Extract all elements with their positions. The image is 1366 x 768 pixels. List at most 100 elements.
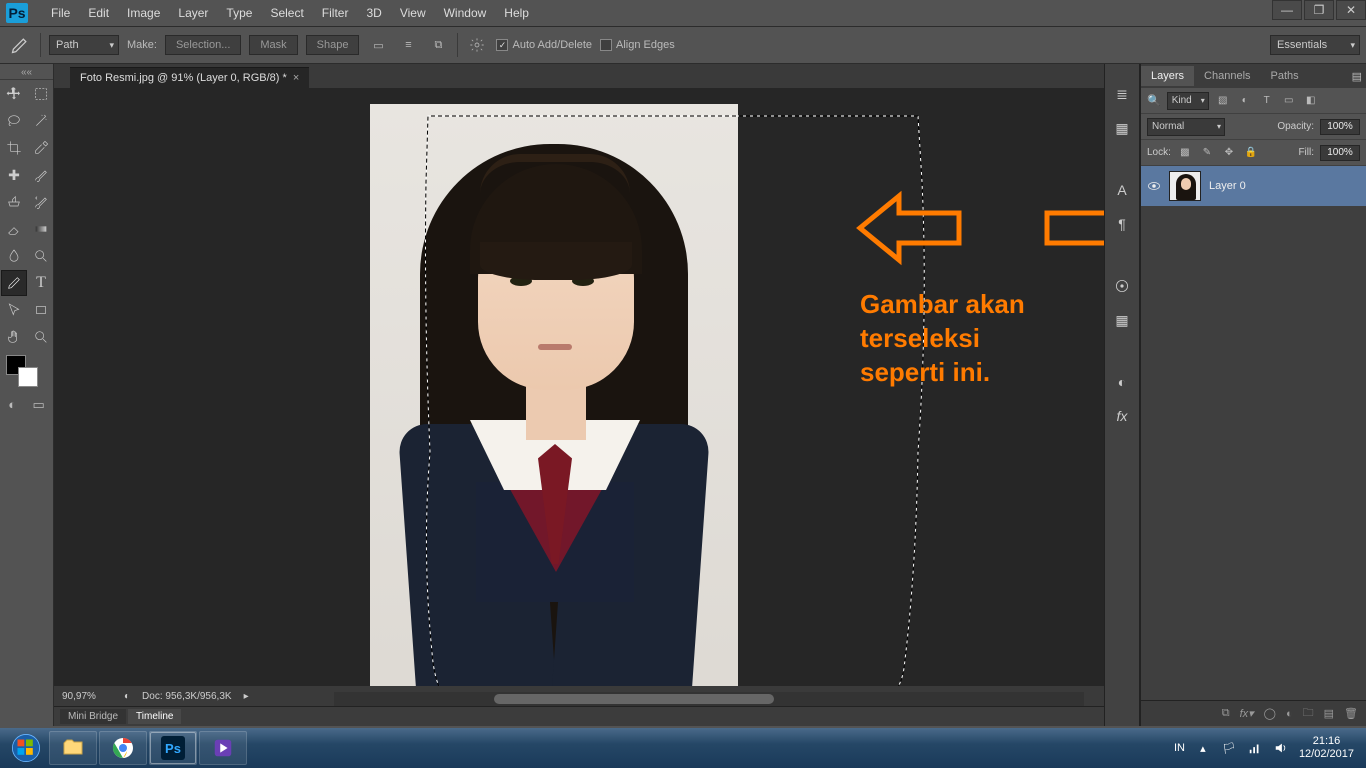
- make-selection-button[interactable]: Selection...: [165, 35, 241, 55]
- link-layers-icon[interactable]: ⧉: [1222, 707, 1230, 720]
- tray-language-indicator[interactable]: IN: [1174, 742, 1185, 754]
- tray-action-center-icon[interactable]: 🏳: [1221, 740, 1237, 756]
- auto-add-delete-checkbox[interactable]: ✓: [496, 39, 508, 51]
- path-arrangement-icon[interactable]: ⧉: [427, 34, 449, 56]
- layer-name-label[interactable]: Layer 0: [1209, 180, 1246, 192]
- taskbar-photoshop-icon[interactable]: Ps: [149, 731, 197, 765]
- move-tool-icon[interactable]: [1, 81, 27, 107]
- rectangle-tool-icon[interactable]: [28, 297, 54, 323]
- workspace-switcher[interactable]: Essentials: [1270, 35, 1360, 55]
- marquee-tool-icon[interactable]: [28, 81, 54, 107]
- lock-image-icon[interactable]: ✎: [1199, 145, 1215, 161]
- filter-pixel-icon[interactable]: ▧: [1215, 93, 1231, 109]
- zoom-tool-icon[interactable]: [28, 324, 54, 350]
- adjustments-panel-icon[interactable]: ◐: [1112, 372, 1132, 392]
- tab-paths[interactable]: Paths: [1261, 66, 1309, 86]
- color-swatches[interactable]: [0, 351, 53, 391]
- paragraph-panel-icon[interactable]: ¶: [1112, 214, 1132, 234]
- magic-wand-tool-icon[interactable]: [28, 108, 54, 134]
- menu-edit[interactable]: Edit: [79, 2, 118, 24]
- make-mask-button[interactable]: Mask: [249, 35, 297, 55]
- tray-volume-icon[interactable]: [1273, 740, 1289, 756]
- layer-thumbnail[interactable]: [1169, 171, 1201, 201]
- taskbar-media-player-icon[interactable]: [199, 731, 247, 765]
- path-alignment-icon[interactable]: ≡: [397, 34, 419, 56]
- swatches-panel-icon[interactable]: ▦: [1112, 310, 1132, 330]
- gear-icon[interactable]: [466, 34, 488, 56]
- gradient-tool-icon[interactable]: [28, 216, 54, 242]
- history-panel-icon[interactable]: ≣: [1112, 84, 1132, 104]
- zoom-slider-icon[interactable]: ◐: [124, 691, 130, 702]
- styles-panel-icon[interactable]: fx: [1112, 406, 1132, 426]
- menu-view[interactable]: View: [391, 2, 435, 24]
- delete-layer-icon[interactable]: 🗑: [1344, 707, 1358, 720]
- doc-info-arrow-icon[interactable]: ▸: [244, 691, 249, 702]
- layer-style-icon[interactable]: fx▾: [1240, 707, 1254, 720]
- menu-file[interactable]: File: [42, 2, 79, 24]
- tab-channels[interactable]: Channels: [1194, 66, 1260, 86]
- lasso-tool-icon[interactable]: [1, 108, 27, 134]
- layer-filter-kind-dropdown[interactable]: Kind: [1167, 92, 1209, 110]
- new-layer-icon[interactable]: ▤: [1324, 707, 1334, 720]
- align-edges-checkbox[interactable]: [600, 39, 612, 51]
- tray-show-hidden-icon[interactable]: ▴: [1195, 740, 1211, 756]
- character-panel-icon[interactable]: A: [1112, 180, 1132, 200]
- eraser-tool-icon[interactable]: [1, 216, 27, 242]
- lock-transparency-icon[interactable]: ▩: [1177, 145, 1193, 161]
- adjustment-layer-icon[interactable]: ◐: [1286, 708, 1293, 720]
- horizontal-scrollbar[interactable]: [334, 692, 1084, 706]
- window-restore-button[interactable]: ❐: [1304, 0, 1334, 20]
- blur-tool-icon[interactable]: [1, 243, 27, 269]
- background-color-swatch[interactable]: [18, 367, 38, 387]
- canvas[interactable]: Gambar akan terseleksi seperti ini. 90,9…: [54, 88, 1104, 706]
- path-selection-tool-icon[interactable]: [1, 297, 27, 323]
- quick-mask-icon[interactable]: ◐: [8, 397, 16, 413]
- filter-shape-icon[interactable]: ▭: [1281, 93, 1297, 109]
- layer-visibility-icon[interactable]: [1147, 179, 1161, 193]
- history-brush-tool-icon[interactable]: [28, 189, 54, 215]
- tab-mini-bridge[interactable]: Mini Bridge: [60, 709, 126, 724]
- layer-item[interactable]: Layer 0: [1141, 166, 1366, 206]
- blend-mode-dropdown[interactable]: Normal: [1147, 118, 1225, 136]
- type-tool-icon[interactable]: T: [28, 270, 54, 296]
- layer-mask-icon[interactable]: ◯: [1264, 707, 1276, 720]
- document-tab[interactable]: Foto Resmi.jpg @ 91% (Layer 0, RGB/8) * …: [70, 67, 309, 88]
- taskbar-explorer-icon[interactable]: [49, 731, 97, 765]
- panel-menu-icon[interactable]: ▤: [1352, 70, 1362, 83]
- tab-timeline[interactable]: Timeline: [128, 709, 181, 724]
- lock-all-icon[interactable]: 🔒: [1243, 145, 1259, 161]
- filter-smart-icon[interactable]: ◧: [1303, 93, 1319, 109]
- filter-type-icon[interactable]: T: [1259, 93, 1275, 109]
- menu-help[interactable]: Help: [495, 2, 538, 24]
- new-group-icon[interactable]: 🗀: [1303, 704, 1314, 723]
- pen-mode-dropdown[interactable]: Path: [49, 35, 119, 55]
- window-close-button[interactable]: ✕: [1336, 0, 1366, 20]
- fill-value[interactable]: 100%: [1320, 145, 1360, 161]
- tool-preset-icon[interactable]: [8, 33, 32, 57]
- clone-stamp-tool-icon[interactable]: [1, 189, 27, 215]
- healing-brush-tool-icon[interactable]: ✚: [1, 162, 27, 188]
- menu-type[interactable]: Type: [217, 2, 261, 24]
- make-shape-button[interactable]: Shape: [306, 35, 360, 55]
- toolbox-collapse-icon[interactable]: ««: [0, 66, 53, 80]
- menu-3d[interactable]: 3D: [357, 2, 390, 24]
- lock-position-icon[interactable]: ✥: [1221, 145, 1237, 161]
- start-button[interactable]: [4, 730, 48, 766]
- tab-layers[interactable]: Layers: [1141, 66, 1194, 86]
- brush-tool-icon[interactable]: [28, 162, 54, 188]
- menu-filter[interactable]: Filter: [313, 2, 358, 24]
- zoom-level[interactable]: 90,97%: [62, 691, 112, 702]
- tray-clock[interactable]: 21:16 12/02/2017: [1299, 735, 1354, 761]
- close-tab-icon[interactable]: ×: [293, 72, 299, 84]
- actions-panel-icon[interactable]: ▦: [1112, 118, 1132, 138]
- menu-window[interactable]: Window: [435, 2, 496, 24]
- path-operations-icon[interactable]: ▭: [367, 34, 389, 56]
- hand-tool-icon[interactable]: [1, 324, 27, 350]
- eyedropper-tool-icon[interactable]: [28, 135, 54, 161]
- dodge-tool-icon[interactable]: [28, 243, 54, 269]
- window-minimize-button[interactable]: —: [1272, 0, 1302, 20]
- filter-adjustment-icon[interactable]: ◐: [1237, 93, 1253, 109]
- taskbar-chrome-icon[interactable]: [99, 731, 147, 765]
- pen-tool-icon[interactable]: [1, 270, 27, 296]
- opacity-value[interactable]: 100%: [1320, 119, 1360, 135]
